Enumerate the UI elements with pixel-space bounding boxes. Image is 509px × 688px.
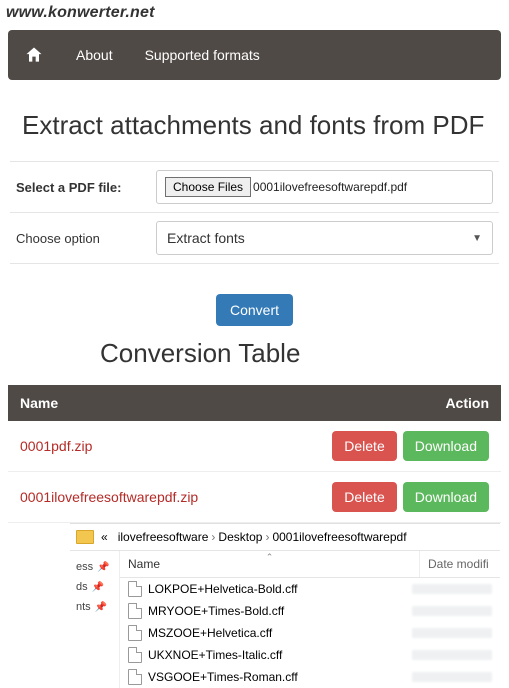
explorer-file-name: LOKPOE+Helvetica-Bold.cff xyxy=(148,582,412,596)
pin-icon: 📌 xyxy=(97,562,109,573)
file-icon xyxy=(128,647,142,663)
explorer-col-name-label: Name xyxy=(128,557,160,571)
row-choose-option: Choose option Extract fonts ▼ xyxy=(10,213,499,264)
explorer-file-name: VSGOOE+Times-Roman.cff xyxy=(148,670,412,684)
pin-icon: 📌 xyxy=(92,582,104,593)
explorer-file-name: MSZOOE+Helvetica.cff xyxy=(148,626,412,640)
quick-access-label: nts xyxy=(76,601,91,613)
col-header-action: Action xyxy=(264,385,501,421)
conversion-table-title: Conversion Table xyxy=(100,338,499,369)
download-button[interactable]: Download xyxy=(403,431,489,461)
site-url: www.konwerter.net xyxy=(0,0,509,30)
quick-access-label: ess xyxy=(76,561,93,573)
page-title: Extract attachments and fonts from PDF xyxy=(22,110,499,141)
explorer-file-date xyxy=(412,606,492,616)
file-input[interactable]: Choose Files 0001ilovefreesoftwarepdf.pd… xyxy=(156,170,493,204)
explorer-file-date xyxy=(412,628,492,638)
conversion-table: Name Action 0001pdf.zipDeleteDownload000… xyxy=(8,385,501,523)
action-cell: DeleteDownload xyxy=(264,472,501,523)
file-icon xyxy=(128,603,142,619)
explorer-file-name: MRYOOE+Times-Bold.cff xyxy=(148,604,412,618)
explorer-file-date xyxy=(412,672,492,682)
quick-access-label: ds xyxy=(76,581,88,593)
download-button[interactable]: Download xyxy=(403,482,489,512)
delete-button[interactable]: Delete xyxy=(332,431,396,461)
explorer-file-date xyxy=(412,650,492,660)
breadcrumb-segment[interactable]: ilovefreesoftware xyxy=(115,528,212,546)
chosen-filename: 0001ilovefreesoftwarepdf.pdf xyxy=(253,180,407,194)
file-icon xyxy=(128,669,142,685)
explorer-file-row[interactable]: LOKPOE+Helvetica-Bold.cff xyxy=(120,578,500,600)
choose-files-button[interactable]: Choose Files xyxy=(165,177,251,197)
quick-access-item[interactable]: nts 📌 xyxy=(74,597,115,617)
quick-access-panel: ess📌ds📌nts📌 xyxy=(70,551,120,688)
quick-access-item[interactable]: ess 📌 xyxy=(74,557,115,577)
option-select[interactable]: Extract fonts ▼ xyxy=(156,221,493,255)
file-name-link[interactable]: 0001pdf.zip xyxy=(8,421,264,472)
explorer-col-date[interactable]: Date modifi xyxy=(420,551,500,577)
explorer-file-row[interactable]: MRYOOE+Times-Bold.cff xyxy=(120,600,500,622)
explorer-file-row[interactable]: UKXNOE+Times-Italic.cff xyxy=(120,644,500,666)
navbar: About Supported formats xyxy=(8,30,501,80)
explorer-file-date xyxy=(412,584,492,594)
file-name-link[interactable]: 0001ilovefreesoftwarepdf.zip xyxy=(8,472,264,523)
breadcrumb-segment[interactable]: Desktop xyxy=(215,528,265,546)
table-row: 0001pdf.zipDeleteDownload xyxy=(8,421,501,472)
folder-icon xyxy=(76,530,94,544)
explorer-file-row[interactable]: MSZOOE+Helvetica.cff xyxy=(120,622,500,644)
sort-caret-icon: ⌃ xyxy=(266,552,274,563)
quick-access-item[interactable]: ds 📌 xyxy=(74,577,115,597)
convert-button[interactable]: Convert xyxy=(216,294,293,326)
breadcrumb[interactable]: « ilovefreesoftware›Desktop›0001ilovefre… xyxy=(70,524,500,551)
option-select-value: Extract fonts xyxy=(167,230,245,246)
file-explorer: « ilovefreesoftware›Desktop›0001ilovefre… xyxy=(70,523,500,688)
action-cell: DeleteDownload xyxy=(264,421,501,472)
pin-icon: 📌 xyxy=(95,602,107,613)
explorer-file-row[interactable]: VSGOOE+Times-Roman.cff xyxy=(120,666,500,688)
col-header-name: Name xyxy=(8,385,264,421)
table-row: 0001ilovefreesoftwarepdf.zipDeleteDownlo… xyxy=(8,472,501,523)
chevron-down-icon: ▼ xyxy=(472,233,482,244)
nav-supported-formats[interactable]: Supported formats xyxy=(129,30,276,80)
home-icon[interactable] xyxy=(8,30,60,80)
breadcrumb-segment[interactable]: 0001ilovefreesoftwarepdf xyxy=(269,528,409,546)
select-file-label: Select a PDF file: xyxy=(16,180,156,195)
file-icon xyxy=(128,625,142,641)
explorer-col-name[interactable]: ⌃ Name xyxy=(120,551,420,577)
file-icon xyxy=(128,581,142,597)
delete-button[interactable]: Delete xyxy=(332,482,396,512)
row-select-file: Select a PDF file: Choose Files 0001ilov… xyxy=(10,161,499,213)
nav-about[interactable]: About xyxy=(60,30,129,80)
choose-option-label: Choose option xyxy=(16,231,156,246)
explorer-file-name: UKXNOE+Times-Italic.cff xyxy=(148,648,412,662)
breadcrumb-prefix: « xyxy=(98,528,111,546)
